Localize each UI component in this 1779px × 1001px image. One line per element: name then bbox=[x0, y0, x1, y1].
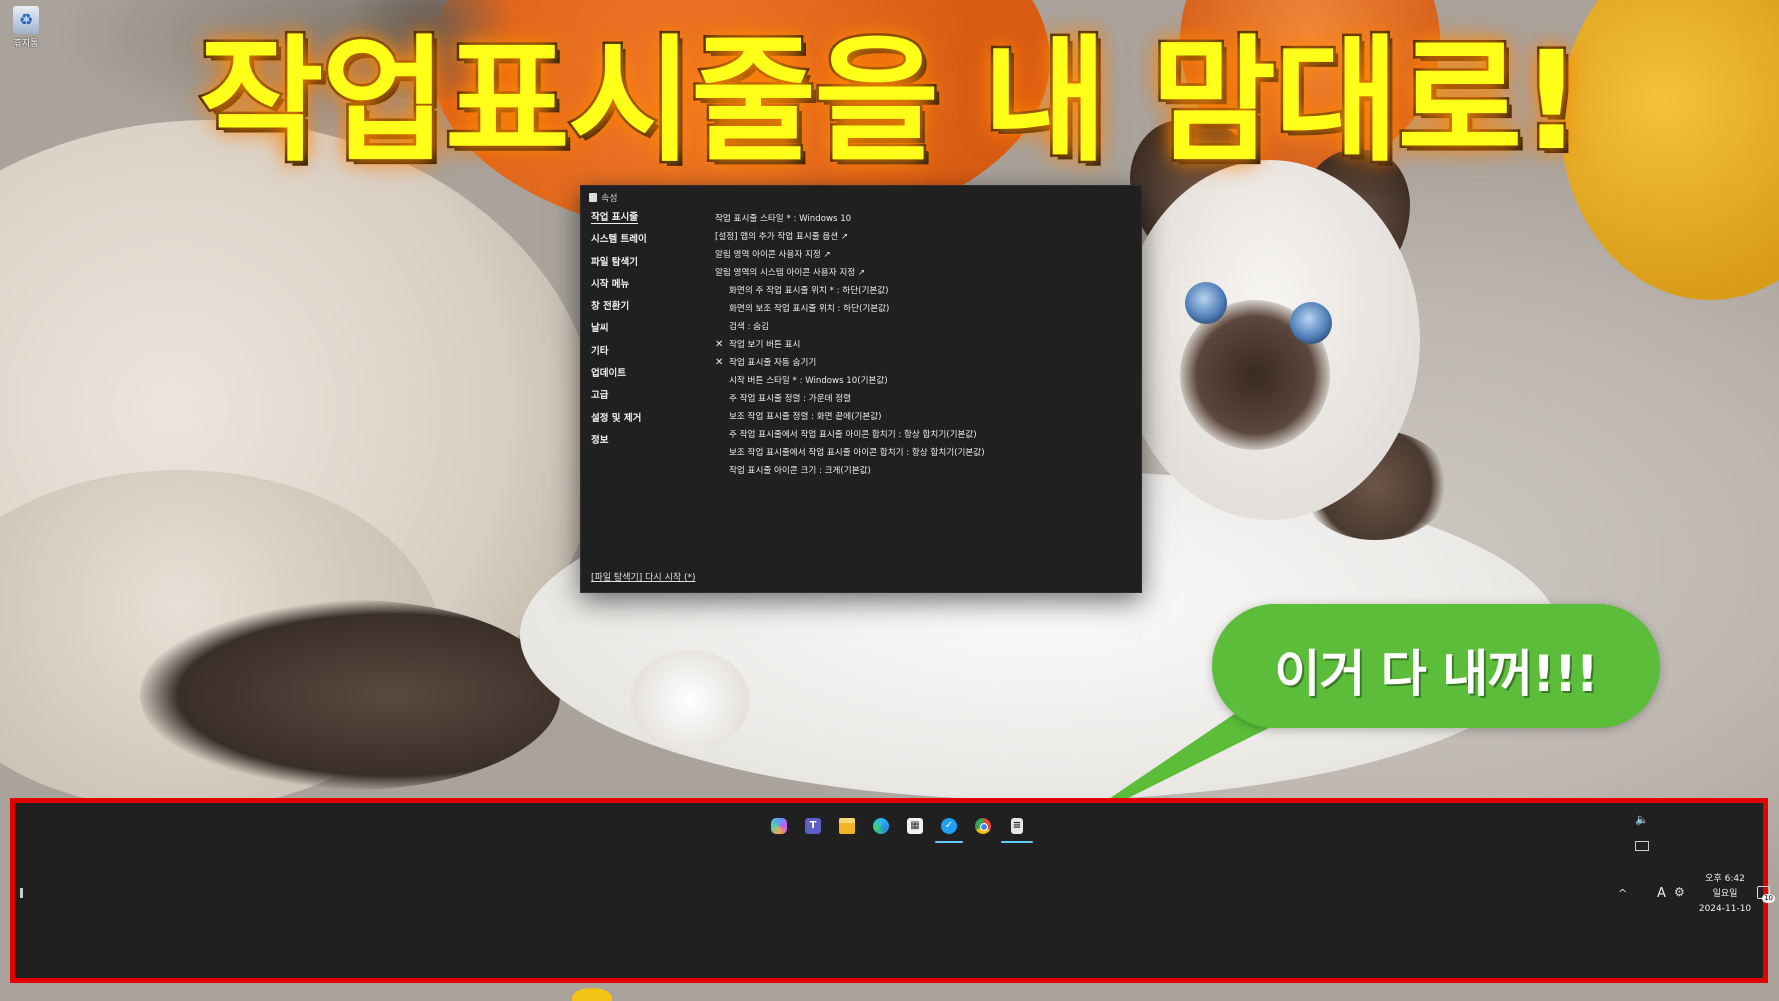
option-row[interactable]: 작업 표시줄 아이콘 크기 : 크게(기본값) bbox=[715, 462, 1131, 480]
nav-item-label: 파일 탐색기 bbox=[591, 256, 639, 268]
nav-item-6[interactable]: 기타 bbox=[591, 344, 701, 366]
check-mark-icon: ✕ bbox=[715, 357, 724, 368]
clock-time: 오후 6:42 bbox=[1705, 874, 1745, 884]
wallpaper-yellow-edge bbox=[572, 988, 612, 1001]
headline-caption: 작업표시줄을 내 맘대로! bbox=[196, 23, 1585, 181]
chrome-icon bbox=[975, 818, 991, 834]
ime-indicator[interactable]: A bbox=[1657, 886, 1666, 901]
nav-item-4[interactable]: 창 전환기 bbox=[591, 299, 701, 321]
taskbar: T ▦ ✓ ≡ 🔈 ^ A ⚙ 오후 6:42 일요일 2024-11-10 10 bbox=[10, 798, 1775, 983]
nav-item-label: 기타 bbox=[591, 345, 609, 357]
option-row[interactable]: [설정] 앱의 추가 작업 표시줄 옵션 ↗ bbox=[715, 228, 1131, 246]
option-row[interactable]: 알림 영역 아이콘 사용자 지정 ↗ bbox=[715, 246, 1131, 264]
option-label: 알림 영역의 시스템 아이콘 사용자 지정 ↗ bbox=[715, 268, 866, 278]
option-row[interactable]: 작업 표시줄 스타일 * : Windows 10 bbox=[715, 210, 1131, 228]
nav-item-label: 창 전환기 bbox=[591, 301, 630, 313]
nav-item-1[interactable]: 시스템 트레이 bbox=[591, 232, 701, 254]
nav-item-label: 시작 메뉴 bbox=[591, 278, 630, 290]
option-row[interactable]: ✕ 작업 보기 버튼 표시 bbox=[715, 336, 1131, 354]
taskbar-app-button[interactable] bbox=[835, 813, 859, 839]
nav-item-label: 고급 bbox=[591, 390, 609, 402]
taskbar-left-edge-handle[interactable] bbox=[20, 888, 23, 898]
taskbar-app-button[interactable] bbox=[767, 813, 791, 839]
show-desktop-icon[interactable] bbox=[1635, 841, 1649, 851]
nav-item-9[interactable]: 설정 및 제거 bbox=[591, 411, 701, 433]
check-mark-icon: ✕ bbox=[715, 339, 724, 350]
edge-icon bbox=[873, 818, 889, 834]
wallpaper-cat-paw bbox=[630, 650, 750, 750]
nav-item-3[interactable]: 시작 메뉴 bbox=[591, 277, 701, 299]
option-label: 알림 영역 아이콘 사용자 지정 ↗ bbox=[715, 250, 831, 260]
taskbar-app-button[interactable]: T bbox=[801, 813, 825, 839]
properties-window: 속성 작업 표시줄시스템 트레이파일 탐색기시작 메뉴창 전환기날씨기타업데이트… bbox=[580, 185, 1142, 593]
clock-day: 일요일 bbox=[1712, 889, 1738, 899]
option-row[interactable]: 보조 작업 표시줄 정렬 : 화면 끝에(기본값) bbox=[715, 408, 1131, 426]
nav-item-label: 시스템 트레이 bbox=[591, 234, 647, 246]
option-label: 검색 : 숨김 bbox=[729, 322, 769, 332]
wallpaper-cat-eye-left bbox=[1185, 282, 1227, 324]
nav-item-2[interactable]: 파일 탐색기 bbox=[591, 255, 701, 277]
properties-app-icon: ≡ bbox=[1011, 818, 1023, 834]
option-label: 화면의 보조 작업 표시줄 위치 : 하단(기본값) bbox=[729, 304, 890, 314]
option-label: [설정] 앱의 추가 작업 표시줄 옵션 ↗ bbox=[715, 232, 849, 242]
window-titlebar[interactable]: 속성 bbox=[589, 191, 618, 204]
taskbar-app-button[interactable] bbox=[869, 813, 893, 839]
wallpaper-cat-eye-right bbox=[1290, 302, 1332, 344]
nav-item-label: 날씨 bbox=[591, 323, 609, 335]
option-row[interactable]: 화면의 보조 작업 표시줄 위치 : 하단(기본값) bbox=[715, 300, 1131, 318]
option-row[interactable]: 주 작업 표시줄 정렬 : 가운데 정렬 bbox=[715, 390, 1131, 408]
taskbar-app-button[interactable]: ≡ bbox=[1001, 813, 1033, 843]
option-label: 보조 작업 표시줄에서 작업 표시줄 아이콘 합치기 : 항상 합치기(기본값) bbox=[729, 448, 985, 458]
speech-bubble: 이거 다 내꺼!!! bbox=[1212, 604, 1660, 728]
wallpaper-cat-tail bbox=[140, 600, 560, 790]
option-label: 주 작업 표시줄 정렬 : 가운데 정렬 bbox=[729, 394, 852, 404]
option-label: 보조 작업 표시줄 정렬 : 화면 끝에(기본값) bbox=[729, 412, 882, 422]
nav-item-label: 업데이트 bbox=[591, 368, 626, 380]
twitter-icon: ✓ bbox=[941, 818, 957, 834]
option-label: 시작 버튼 스타일 * : Windows 10(기본값) bbox=[729, 376, 888, 386]
taskbar-app-list: T ▦ ✓ ≡ bbox=[767, 813, 1033, 843]
option-row[interactable]: 검색 : 숨김 bbox=[715, 318, 1131, 336]
option-row[interactable]: 보조 작업 표시줄에서 작업 표시줄 아이콘 합치기 : 항상 합치기(기본값) bbox=[715, 444, 1131, 462]
window-title: 속성 bbox=[601, 194, 618, 204]
notification-center-icon[interactable]: 10 bbox=[1757, 886, 1775, 903]
option-label: 작업 표시줄 아이콘 크기 : 크게(기본값) bbox=[729, 466, 871, 476]
volume-icon[interactable]: 🔈 bbox=[1635, 813, 1649, 826]
taskbar-app-button[interactable] bbox=[971, 813, 995, 839]
option-row[interactable]: 화면의 주 작업 표시줄 위치 * : 하단(기본값) bbox=[715, 282, 1131, 300]
speech-bubble-text: 이거 다 내꺼!!! bbox=[1274, 645, 1598, 703]
file-explorer-icon bbox=[839, 818, 855, 834]
option-label: 화면의 주 작업 표시줄 위치 * : 하단(기본값) bbox=[729, 286, 889, 296]
copilot-icon bbox=[771, 818, 787, 834]
nav-item-label: 작업 표시줄 bbox=[591, 212, 639, 224]
store-icon: ▦ bbox=[907, 818, 923, 834]
option-label: 작업 보기 버튼 표시 bbox=[729, 340, 801, 350]
teams-icon: T bbox=[805, 818, 821, 834]
taskbar-app-button[interactable]: ✓ bbox=[935, 813, 963, 843]
option-row[interactable]: 주 작업 표시줄에서 작업 표시줄 아이콘 합치기 : 항상 합치기(기본값) bbox=[715, 426, 1131, 444]
nav-item-5[interactable]: 날씨 bbox=[591, 321, 701, 343]
option-row[interactable]: 알림 영역의 시스템 아이콘 사용자 지정 ↗ bbox=[715, 264, 1131, 282]
nav-item-10[interactable]: 정보 bbox=[591, 433, 701, 455]
settings-nav: 작업 표시줄시스템 트레이파일 탐색기시작 메뉴창 전환기날씨기타업데이트고급설… bbox=[591, 210, 701, 455]
nav-item-8[interactable]: 고급 bbox=[591, 388, 701, 410]
taskbar-app-button[interactable]: ▦ bbox=[903, 813, 927, 839]
settings-options-list: 작업 표시줄 스타일 * : Windows 10 [설정] 앱의 추가 작업 표… bbox=[715, 210, 1131, 480]
window-app-icon bbox=[589, 193, 597, 202]
option-label: 작업 표시줄 자동 숨기기 bbox=[729, 358, 817, 368]
clock-date: 2024-11-10 bbox=[1698, 904, 1752, 914]
notification-count-badge: 10 bbox=[1762, 894, 1775, 903]
nav-item-label: 설정 및 제거 bbox=[591, 412, 642, 424]
nav-item-label: 정보 bbox=[591, 434, 609, 446]
option-label: 주 작업 표시줄에서 작업 표시줄 아이콘 합치기 : 항상 합치기(기본값) bbox=[729, 430, 977, 440]
option-row[interactable]: ✕ 작업 표시줄 자동 숨기기 bbox=[715, 354, 1131, 372]
nav-item-0[interactable]: 작업 표시줄 bbox=[591, 210, 701, 232]
option-label: 작업 표시줄 스타일 * : Windows 10 bbox=[715, 214, 852, 224]
taskbar-clock[interactable]: 오후 6:42 일요일 2024-11-10 bbox=[1683, 872, 1767, 917]
restart-explorer-link[interactable]: [파일 탐색기] 다시 시작 (*) bbox=[591, 570, 696, 583]
nav-item-7[interactable]: 업데이트 bbox=[591, 366, 701, 388]
tray-overflow-chevron-icon[interactable]: ^ bbox=[1618, 887, 1627, 900]
option-row[interactable]: 시작 버튼 스타일 * : Windows 10(기본값) bbox=[715, 372, 1131, 390]
